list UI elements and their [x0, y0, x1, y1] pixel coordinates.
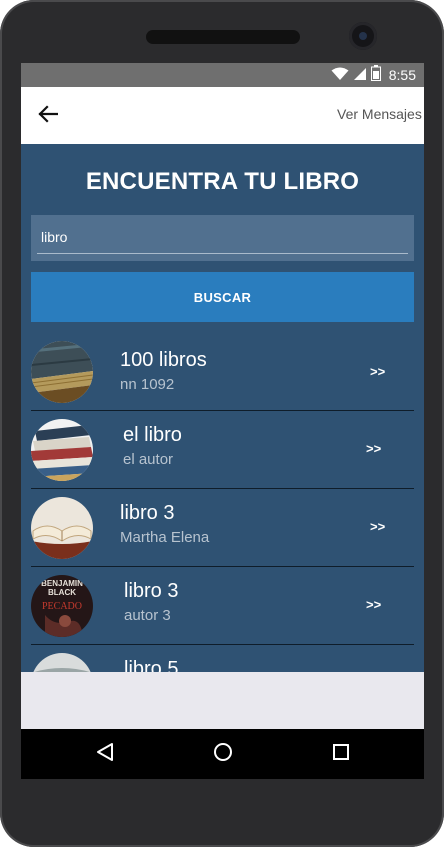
arrow-left-icon: [38, 105, 59, 127]
book-cover-image: [31, 341, 93, 403]
ver-mensajes-menu-item[interactable]: Ver Mensajes: [337, 106, 422, 122]
cover-author-line-2: BLACK: [48, 588, 76, 597]
recents-square-icon: [332, 743, 350, 765]
page-title: ENCUENTRA TU LIBRO: [85, 168, 360, 195]
book-title: libro 3: [124, 580, 179, 602]
book-author: Martha Elena: [120, 529, 210, 546]
search-input[interactable]: [41, 229, 399, 245]
book-author: nn 1092: [120, 376, 175, 393]
book-cover-image: BENJAMIN BLACK PECADO: [31, 575, 93, 637]
phone-speaker: [146, 30, 300, 44]
phone-frame: 8:55 Ver Mensajes ENCUENTRA TU LIBRO BUS…: [0, 0, 444, 847]
book-list-item[interactable]: el libro el autor >>: [31, 411, 414, 489]
signal-icon: [353, 66, 367, 85]
book-list-item[interactable]: BENJAMIN BLACK PECADO libro 3 autor 3 >>: [31, 567, 414, 645]
book-title: libro 5: [124, 658, 179, 672]
nav-home-button[interactable]: [211, 742, 235, 766]
book-author: el autor: [123, 451, 174, 468]
status-bar: 8:55: [21, 63, 424, 87]
status-time: 8:55: [388, 67, 416, 83]
book-open-arrow[interactable]: >>: [370, 519, 385, 534]
cover-author-line-1: BENJAMIN: [41, 579, 83, 588]
bottom-empty-area: [21, 672, 424, 729]
book-title: libro 3: [120, 502, 175, 524]
search-field-container: [31, 215, 414, 261]
device-screen: 8:55 Ver Mensajes ENCUENTRA TU LIBRO BUS…: [21, 63, 424, 779]
navigation-bar: [21, 729, 424, 779]
book-list-item[interactable]: libro 3 Martha Elena >>: [31, 489, 414, 567]
search-panel: ENCUENTRA TU LIBRO BUSCAR: [21, 144, 424, 672]
phone-camera: [349, 22, 377, 50]
book-author: autor 3: [124, 607, 171, 624]
nav-back-button[interactable]: [93, 742, 117, 766]
book-cover-image: [31, 653, 93, 672]
cover-title-text: PECADO: [42, 601, 82, 612]
book-title: el libro: [123, 424, 182, 446]
book-list-item[interactable]: libro 5: [31, 645, 414, 672]
battery-icon: [370, 65, 381, 85]
back-triangle-icon: [96, 742, 114, 766]
book-open-arrow[interactable]: >>: [370, 364, 385, 379]
book-title: 100 libros: [120, 349, 207, 371]
back-button[interactable]: [35, 103, 61, 129]
book-cover-image: [31, 419, 93, 481]
app-bar: Ver Mensajes: [21, 87, 424, 144]
nav-recents-button[interactable]: [329, 742, 353, 766]
book-open-arrow[interactable]: >>: [366, 441, 381, 456]
wifi-icon: [331, 66, 349, 85]
book-list-item[interactable]: 100 libros nn 1092 >>: [31, 333, 414, 411]
book-open-arrow[interactable]: >>: [366, 597, 381, 612]
search-input-underline: [37, 253, 408, 254]
home-circle-icon: [213, 742, 233, 766]
book-cover-image: [31, 497, 93, 559]
search-button[interactable]: BUSCAR: [31, 272, 414, 322]
